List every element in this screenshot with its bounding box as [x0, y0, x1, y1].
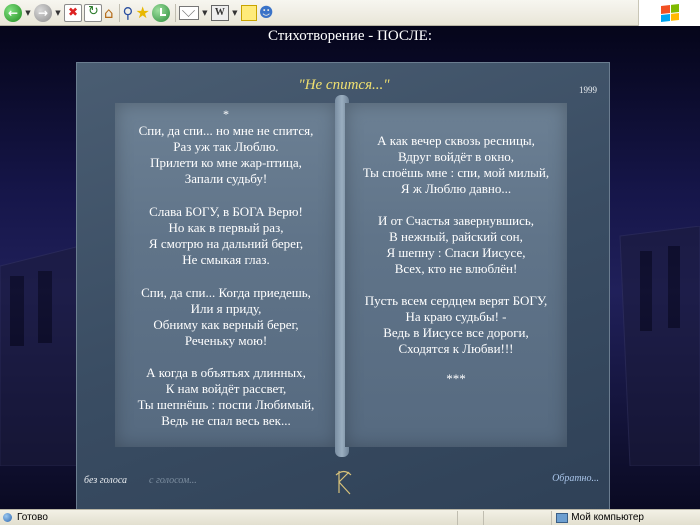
windows-logo [638, 0, 700, 26]
status-text: Готово [17, 512, 48, 523]
stanza: А когда в объятьях длинных, К нам войдёт… [115, 365, 337, 429]
poem-line: Ведь не спал весь век... [161, 413, 291, 428]
poem-line: Запали судьбу! [184, 171, 268, 186]
poem-year: 1999 [579, 85, 597, 95]
my-computer-icon [556, 512, 569, 523]
stop-button[interactable] [64, 3, 82, 23]
status-cell [483, 510, 509, 525]
zone-label: Мой компьютер [571, 512, 644, 523]
refresh-button[interactable] [84, 3, 102, 23]
stanza: Спи, да спи... но мне не спится, Раз уж … [115, 123, 337, 187]
poem-line: Я шепну : Спаси Иисусе, [386, 245, 526, 260]
note-icon [240, 4, 257, 21]
poem-panel: "Не спится..." 1999 * Спи, да спи... но … [76, 62, 610, 509]
poem-line: И от Счастья завернувшись, [377, 213, 535, 228]
back-link[interactable]: Обратно... [552, 473, 599, 484]
poem-line: Или я приду, [190, 301, 262, 316]
mail-dropdown-icon[interactable]: ▼ [201, 3, 209, 23]
poem-line: На краю судьбы! - [405, 309, 507, 324]
favorites-icon[interactable]: ★ [136, 3, 150, 23]
status-cell [457, 510, 483, 525]
poem-line: А как вечер сквозь ресницы, [377, 133, 535, 148]
stanza: И от Счастья завернувшись, В нежный, рай… [345, 213, 567, 277]
poem-line: Ты шепнёшь : поспи Любимый, [137, 397, 315, 412]
with-voice-link[interactable]: с голосом... [149, 475, 197, 486]
page-content: Стихотворение - ПОСЛЕ: "Не спится..." 19… [0, 26, 700, 509]
search-icon[interactable]: ⚲ [123, 3, 134, 23]
print-dropdown-icon[interactable]: ▼ [231, 3, 239, 23]
edit-button[interactable] [240, 3, 257, 23]
poem-end-mark: *** [446, 371, 466, 386]
poem-star-mark: * [223, 107, 229, 121]
poem-line: Пусть всем сердцем верят БОГУ, [364, 293, 548, 308]
poem-line: А когда в объятьях длинных, [146, 365, 306, 380]
poem-line: К нам войдёт рассвет, [165, 381, 287, 396]
status-bar: Готово Мой компьютер [0, 509, 700, 525]
print-button[interactable]: W [210, 3, 229, 23]
poem-line: Ты споёшь мне : спи, мой милый, [362, 165, 550, 180]
messenger-icon[interactable]: ☻ [259, 3, 274, 23]
toolbar-separator [174, 3, 176, 22]
right-page: А как вечер сквозь ресницы, Вдруг войдёт… [345, 103, 567, 447]
page-done-icon [2, 512, 14, 524]
poem-line: Я смотрю на дальний берег, [148, 236, 304, 251]
back-arrow-icon: ← [4, 3, 22, 22]
poem-line: Слава БОГУ, в БОГА Верю! [149, 204, 303, 219]
refresh-icon [84, 3, 102, 22]
poem-line: Но как в первый раз, [168, 220, 284, 235]
home-icon[interactable]: ⌂ [104, 3, 114, 23]
poem-title: "Не спится..." [298, 77, 390, 93]
poem-line: Раз уж так Люблю. [173, 139, 279, 154]
stanza: Слава БОГУ, в БОГА Верю! Но как в первый… [115, 204, 337, 268]
poem-line: Я ж Люблю давно... [400, 181, 512, 196]
stanza: Спи, да спи... Когда приедешь, Или я при… [115, 285, 337, 349]
mail-icon [178, 5, 199, 20]
poem-line: Спи, да спи... но мне не спится, [138, 123, 314, 138]
poem-line: Спи, да спи... Когда приедешь, [141, 285, 311, 300]
no-voice-link[interactable]: без голоса [84, 475, 127, 486]
print-icon: W [210, 4, 229, 21]
monogram-icon [335, 470, 352, 495]
page-title: Стихотворение - ПОСЛЕ: [267, 28, 432, 44]
poem-line: Вдруг войдёт в окно, [397, 149, 515, 164]
left-page: * Спи, да спи... но мне не спится, Раз у… [115, 103, 337, 447]
poem-line: Прилети ко мне жар-птица, [150, 155, 302, 170]
history-icon [151, 3, 170, 22]
back-dropdown-icon[interactable]: ▼ [24, 3, 32, 23]
stanza: *** [345, 371, 567, 387]
poem-line: Не смыкая глаз. [182, 252, 270, 267]
forward-dropdown-icon[interactable]: ▼ [54, 3, 62, 23]
stop-icon [64, 3, 82, 22]
stanza: А как вечер сквозь ресницы, Вдруг войдёт… [345, 133, 567, 197]
browser-toolbar: ← ▼ → ▼ ⌂ ⚲ ★ ▼ W ▼ ☻ [0, 0, 700, 26]
windows-flag-icon [660, 4, 679, 22]
history-button[interactable] [151, 3, 170, 23]
stanza: Пусть всем сердцем верят БОГУ, На краю с… [345, 293, 567, 357]
toolbar-separator [118, 3, 120, 22]
poem-line: В нежный, райский сон, [389, 229, 523, 244]
forward-arrow-icon: → [34, 3, 52, 22]
mail-button[interactable] [178, 3, 199, 23]
poem-line: Обниму как верный берег, [153, 317, 299, 332]
forward-button[interactable]: → [34, 3, 52, 23]
poem-line: Реченьку мою! [184, 333, 268, 348]
security-zone: Мой компьютер [551, 510, 700, 525]
poem-line: Ведь в Иисусе все дороги, [383, 325, 529, 340]
back-button[interactable]: ← [4, 3, 22, 23]
poem-line: Всех, кто не влюблён! [394, 261, 518, 276]
poem-line: Сходятся к Любви!!! [398, 341, 514, 356]
